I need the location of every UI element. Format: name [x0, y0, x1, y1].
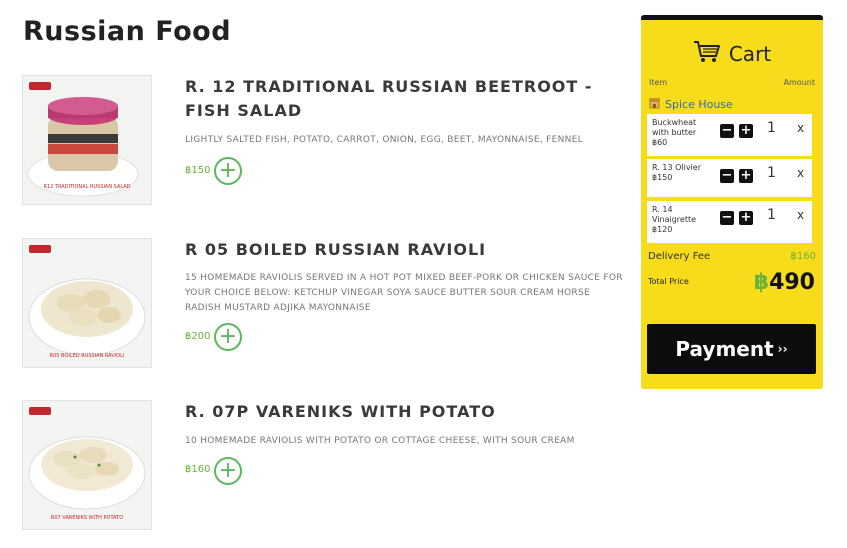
add-to-cart-button[interactable]: + [214, 457, 242, 485]
cart-line: Buckwheat with butter ฿60 − + 1 x [647, 114, 812, 156]
minus-icon: − [721, 210, 733, 225]
increase-qty-button[interactable]: + [739, 169, 753, 183]
cart-line: R. 13 Olivier ฿150 − + 1 x [647, 159, 812, 197]
plus-icon: + [218, 458, 238, 483]
minus-icon: − [721, 168, 733, 183]
item-description: LIGHTLY SALTED FISH, POTATO, CARROT, ONI… [185, 135, 583, 145]
decrease-qty-button[interactable]: − [720, 124, 734, 138]
delivery-fee-row: Delivery Fee ฿160 [648, 251, 816, 262]
cart-line-name: R. 14 Vinaigrette [652, 205, 697, 224]
add-to-cart-button[interactable]: + [214, 323, 242, 351]
dish-image-beetroot-salad[interactable]: R12 TRADITIONAL RUSSIAN SALAD [22, 75, 152, 205]
cart-panel: Cart Item Amount Spice House Buckwheat w… [641, 15, 823, 389]
chevron-right-icon: ›› [777, 342, 788, 356]
item-description: 10 HOMEMADE RAVIOLIS WITH POTATO OR COTT… [185, 436, 575, 446]
cart-line-price: ฿150 [652, 173, 673, 182]
total-price-value: ฿490 [754, 270, 815, 295]
cart-line-name: Buckwheat with butter [652, 118, 697, 137]
delivery-fee-label: Delivery Fee [648, 251, 711, 262]
cart-line-name: R. 13 Olivier [652, 163, 701, 172]
item-price: ฿150 [185, 165, 211, 176]
total-currency: ฿ [753, 270, 770, 295]
decrease-qty-button[interactable]: − [720, 211, 734, 225]
increase-qty-button[interactable]: + [739, 211, 753, 225]
svg-text:R12 TRADITIONAL RUSSIAN SALAD: R12 TRADITIONAL RUSSIAN SALAD [43, 184, 130, 190]
total-amount: 490 [769, 270, 815, 295]
menu-item: R07 VARENIKS WITH POTATO R. 07P VARENIKS… [22, 400, 622, 532]
payment-label: Payment [675, 337, 774, 361]
item-name: R 05 BOILED RUSSIAN RAVIOLI [185, 240, 487, 259]
item-name: R. 12 TRADITIONAL RUSSIAN BEETROOT - FIS… [185, 77, 593, 120]
menu-item: R05 BOILED RUSSIAN RAVIOLI R 05 BOILED R… [22, 238, 622, 370]
item-description: 15 HOMEMADE RAVIOLIS SERVED IN A HOT POT… [185, 273, 623, 313]
cart-header: Cart [641, 36, 823, 72]
item-price: ฿160 [185, 464, 211, 475]
close-icon: x [797, 166, 805, 180]
delivery-fee-value: ฿160 [790, 251, 816, 262]
payment-button[interactable]: Payment ›› [647, 324, 816, 374]
cart-line: R. 14 Vinaigrette ฿120 − + 1 x [647, 201, 812, 243]
column-header-item: Item [649, 78, 668, 87]
store-name[interactable]: Spice House [665, 98, 733, 111]
decrease-qty-button[interactable]: − [720, 169, 734, 183]
menu-item: R12 TRADITIONAL RUSSIAN SALAD R. 12 TRAD… [22, 75, 622, 207]
qty-value: 1 [767, 165, 776, 181]
store-icon [648, 97, 661, 112]
cart-line-price: ฿120 [652, 225, 673, 234]
cart-line-info: R. 13 Olivier ฿150 [652, 163, 704, 183]
plus-icon: + [740, 123, 752, 138]
plus-icon: + [218, 324, 238, 349]
cart-line-info: R. 14 Vinaigrette ฿120 [652, 205, 704, 235]
item-price: ฿200 [185, 331, 211, 342]
dish-image-ravioli-bowl[interactable]: R05 BOILED RUSSIAN RAVIOLI [22, 238, 152, 368]
cart-line-info: Buckwheat with butter ฿60 [652, 118, 704, 148]
qty-value: 1 [767, 207, 776, 223]
cart-icon [693, 40, 721, 68]
svg-text:R07 VARENIKS WITH POTATO: R07 VARENIKS WITH POTATO [51, 515, 123, 521]
total-price-label: Total Price [648, 277, 689, 286]
cart-title: Cart [728, 42, 772, 66]
qty-value: 1 [767, 120, 776, 136]
remove-item-button[interactable]: x [797, 208, 804, 222]
close-icon: x [797, 208, 805, 222]
remove-item-button[interactable]: x [797, 166, 804, 180]
dish-image-vareniki-bowl[interactable]: R07 VARENIKS WITH POTATO [22, 400, 152, 530]
close-icon: x [797, 121, 805, 135]
increase-qty-button[interactable]: + [739, 124, 753, 138]
add-to-cart-button[interactable]: + [214, 157, 242, 185]
store-row: Spice House [648, 97, 733, 112]
minus-icon: − [721, 123, 733, 138]
plus-icon: + [740, 210, 752, 225]
item-name: R. 07P VARENIKS WITH POTATO [185, 402, 496, 421]
plus-icon: + [218, 158, 238, 183]
plus-icon: + [740, 168, 752, 183]
remove-item-button[interactable]: x [797, 121, 804, 135]
page-title: Russian Food [23, 16, 232, 47]
svg-text:R05 BOILED RUSSIAN RAVIOLI: R05 BOILED RUSSIAN RAVIOLI [50, 353, 125, 359]
cart-line-price: ฿60 [652, 138, 668, 147]
column-header-amount: Amount [783, 78, 815, 87]
